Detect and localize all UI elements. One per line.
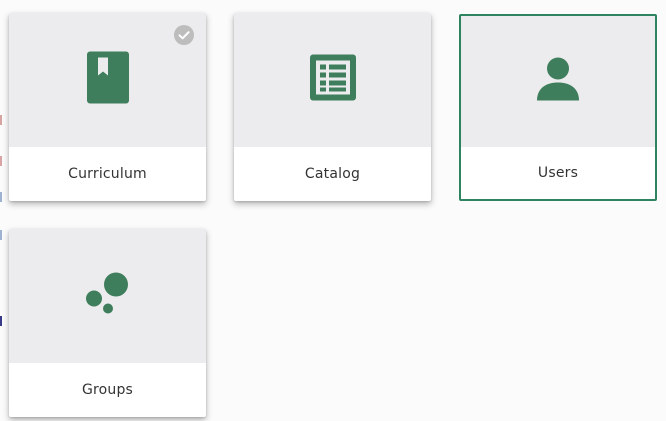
- edge-marker: [0, 192, 2, 202]
- tile-image-area: [461, 16, 655, 147]
- bubbles-icon: [85, 272, 131, 321]
- tile-groups[interactable]: Groups: [9, 229, 206, 417]
- edge-marker: [0, 115, 2, 125]
- tile-curriculum[interactable]: Curriculum: [9, 13, 206, 201]
- tile-users[interactable]: Users: [459, 14, 657, 201]
- tile-image-area: [234, 13, 431, 147]
- list-icon: [309, 54, 356, 106]
- edge-marker: [0, 156, 2, 166]
- tile-label: Users: [537, 164, 579, 181]
- tile-label: Curriculum: [68, 166, 147, 182]
- person-icon: [536, 57, 580, 106]
- tile-image-area: [9, 13, 206, 147]
- edge-marker: [0, 316, 2, 326]
- tile-label: Groups: [81, 382, 134, 398]
- edge-marker: [0, 230, 2, 240]
- tile-catalog[interactable]: Catalog: [234, 13, 431, 201]
- tile-label: Catalog: [304, 166, 361, 182]
- tile-image-area: [9, 229, 206, 363]
- check-circle-icon: [174, 25, 194, 45]
- book-icon: [86, 51, 129, 109]
